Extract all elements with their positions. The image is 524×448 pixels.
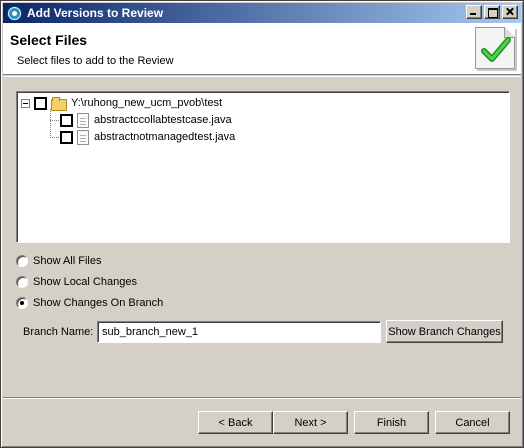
collapse-toggle-icon[interactable] bbox=[21, 98, 30, 108]
radio-show-local-changes[interactable]: Show Local Changes bbox=[16, 274, 137, 290]
window-title: Add Versions to Review bbox=[27, 6, 164, 20]
close-button[interactable] bbox=[502, 5, 518, 19]
header-divider bbox=[3, 76, 521, 77]
root-checkbox[interactable] bbox=[34, 96, 47, 110]
checkmark-document-icon bbox=[475, 27, 515, 69]
file-icon bbox=[77, 129, 89, 145]
footer-divider bbox=[3, 397, 521, 399]
finish-button[interactable]: Finish bbox=[354, 411, 429, 434]
radio-button-selected[interactable] bbox=[16, 297, 28, 309]
radio-button[interactable] bbox=[16, 255, 28, 267]
page-title: Select Files bbox=[10, 32, 88, 48]
radio-label[interactable]: Show Changes On Branch bbox=[33, 297, 163, 309]
cancel-button[interactable]: Cancel bbox=[435, 411, 510, 434]
branch-name-label: Branch Name: bbox=[23, 326, 94, 338]
maximize-button[interactable] bbox=[484, 5, 500, 19]
file-checkbox[interactable] bbox=[60, 113, 73, 127]
tree-item-file[interactable]: abstractccollabtestcase.java bbox=[60, 112, 232, 128]
tree-item-label: Y:\ruhong_new_ucm_pvob\test bbox=[71, 97, 223, 109]
tree-item-root[interactable]: Y:\ruhong_new_ucm_pvob\test bbox=[21, 95, 222, 111]
wizard-header: Select Files Select files to add to the … bbox=[3, 23, 521, 75]
file-checkbox[interactable] bbox=[60, 130, 73, 144]
folder-icon bbox=[51, 96, 67, 111]
app-icon bbox=[7, 5, 22, 21]
show-branch-changes-button[interactable]: Show Branch Changes bbox=[386, 320, 503, 343]
radio-label[interactable]: Show All Files bbox=[33, 255, 101, 267]
file-icon bbox=[77, 112, 89, 128]
title-bar[interactable]: Add Versions to Review bbox=[3, 3, 521, 23]
tree-item-file[interactable]: abstractnotmanagedtest.java bbox=[60, 129, 235, 145]
radio-label[interactable]: Show Local Changes bbox=[33, 276, 137, 288]
next-button[interactable]: Next > bbox=[273, 411, 348, 434]
tree-item-label: abstractccollabtestcase.java bbox=[94, 114, 232, 126]
file-tree[interactable]: Y:\ruhong_new_ucm_pvob\test abstractccol… bbox=[16, 91, 510, 243]
dialog-window: Add Versions to Review Select Files Sele… bbox=[0, 0, 524, 448]
back-button[interactable]: < Back bbox=[198, 411, 273, 434]
radio-show-all-files[interactable]: Show All Files bbox=[16, 253, 101, 269]
branch-name-input[interactable] bbox=[97, 321, 381, 343]
radio-button[interactable] bbox=[16, 276, 28, 288]
window-controls bbox=[464, 5, 518, 19]
tree-item-label: abstractnotmanagedtest.java bbox=[94, 131, 236, 143]
radio-show-changes-on-branch[interactable]: Show Changes On Branch bbox=[16, 295, 163, 311]
page-description: Select files to add to the Review bbox=[17, 55, 174, 67]
minimize-button[interactable] bbox=[466, 5, 482, 19]
